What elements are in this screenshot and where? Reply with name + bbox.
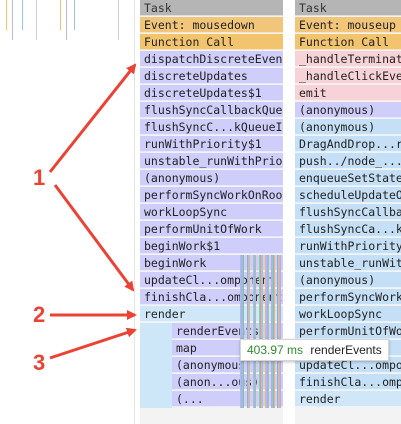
flame-entry[interactable]: flushSyncCa...kQu [295,221,401,237]
flame-entry[interactable]: workLoopSync [140,204,283,220]
flame-entry[interactable]: workLoopSync [295,306,401,322]
flame-entry[interactable]: render [295,391,401,407]
flame-entry[interactable]: Event: mouseup [295,17,401,33]
flame-entry[interactable]: performSyncWorkO [295,289,401,305]
flame-entry[interactable]: unstable_runWithPriority [140,153,283,169]
tooltip-function-name: renderEvents [310,343,382,357]
call-stripe [255,255,256,408]
flame-entry[interactable]: emit [295,85,401,101]
call-stripe [243,255,244,408]
overview-tick [118,0,119,40]
overview-tick [60,0,61,30]
overview-tick [66,0,67,40]
hover-tooltip: 403.97 ms renderEvents [240,339,389,361]
call-stripe [280,255,281,408]
flame-entry[interactable]: Function Call [295,34,401,50]
flame-entry[interactable]: discreteUpdates$1 [140,85,283,101]
annotation-marker-3: 3 [33,350,46,375]
overview-tick [6,0,7,30]
call-stripe [249,255,250,408]
overview-tick [36,0,37,40]
call-stripe [274,255,275,408]
flame-entry[interactable]: runWithPriority$1 [140,136,283,152]
flame-entry[interactable]: _handleTerminating [295,51,401,67]
flame-entry[interactable]: flushSyncCallbackQ [295,204,401,220]
annotation-marker-2: 2 [33,302,46,327]
flame-entry[interactable]: discreteUpdates [140,68,283,84]
flame-entry[interactable]: (anonymous) [295,102,401,118]
flame-entry[interactable]: performUnitOfWork [295,323,401,339]
flame-entry[interactable]: Event: mousedown [140,17,283,33]
annotation-marker-1: 1 [33,165,46,190]
overview-tick [74,0,75,30]
flame-entry[interactable]: flushSyncC...kQueueImpl [140,119,283,135]
flame-entry[interactable]: _handleClickEvent [295,68,401,84]
flame-entry[interactable]: runWithPriority$1 [295,238,401,254]
performance-flame-chart: Task Event: mousedown Function Call dispatc… [0,0,401,424]
flame-entry[interactable]: (anonymous) [140,170,283,186]
call-stripe [262,255,263,408]
flame-entry[interactable]: flushSyncCallbackQueue [140,102,283,118]
flame-entry[interactable]: unstable_runWithP [295,255,401,271]
overview-tick [22,0,23,30]
flame-entry[interactable]: Task [140,0,283,16]
overview-guide [134,0,135,424]
tooltip-duration: 403.97 ms [247,343,304,357]
flame-entry[interactable]: Task [295,0,401,16]
timeline-overview-strip [0,0,140,424]
flame-entry[interactable]: enqueueSetState [295,170,401,186]
flame-entry[interactable]: beginWork$1 [140,238,283,254]
call-stripe [268,255,269,408]
flame-entry[interactable]: scheduleUpdateOn [295,187,401,203]
flame-entry[interactable]: performUnitOfWork [140,221,283,237]
flame-entry[interactable]: (anonymous) [295,119,401,135]
flame-entry[interactable]: dispatchDiscreteEvent [140,51,283,67]
flame-entry[interactable]: Function Call [140,34,283,50]
render-subtree-gutter [140,323,172,408]
flame-entry[interactable]: DragAndDrop...ract [295,136,401,152]
flame-entry[interactable]: (anonymous) [295,272,401,288]
flame-entry[interactable]: push../node_...nt.s [295,153,401,169]
flame-entry[interactable]: finishCla...ompone [295,374,401,390]
flame-entry[interactable]: performSyncWorkOnRoot [140,187,283,203]
overview-tick [12,0,13,40]
